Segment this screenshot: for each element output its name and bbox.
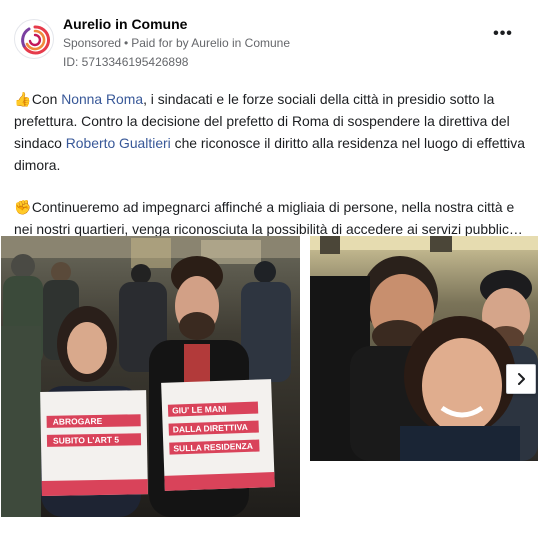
paid-for-label: Paid for by Aurelio in Comune (131, 36, 291, 50)
more-options-button[interactable]: ••• (491, 26, 515, 47)
chevron-right-icon (518, 373, 525, 385)
carousel-next-button[interactable] (506, 364, 536, 394)
carousel-photo-selfie[interactable] (310, 236, 538, 461)
ad-card: Aurelio in Comune Sponsored • Paid for by … (0, 0, 539, 540)
carousel-photo-protest[interactable]: ABROGARE SUBITO L'ART 5 GIU' LE MANI DAL… (1, 236, 300, 517)
body-paragraph-2: ✊ Continueremo ad impegnarci affinché a … (14, 196, 529, 240)
sponsored-line: Sponsored • Paid for by Aurelio in Comune (63, 36, 290, 50)
page-avatar[interactable] (14, 19, 54, 59)
body-text: Con (28, 91, 62, 107)
spiral-logo-icon (21, 25, 51, 55)
ad-id: ID: 5713346195426898 (63, 55, 189, 69)
ad-header: Aurelio in Comune Sponsored • Paid for by … (14, 13, 525, 73)
body-text: Continueremo ad impegnarci affinché a mi… (14, 199, 523, 237)
sponsored-label: Sponsored (63, 36, 122, 50)
separator-dot: • (124, 36, 129, 50)
raised-fist-icon: ✊ (14, 199, 32, 215)
body-paragraph-1: 👍 Con Nonna Roma, i sindacati e le forze… (14, 88, 529, 176)
nonna-roma-link[interactable]: Nonna Roma (61, 91, 143, 107)
page-name-link[interactable]: Aurelio in Comune (63, 16, 187, 32)
sign2-line1: GIU' LE MANI (172, 404, 227, 416)
roberto-gualtieri-link[interactable]: Roberto Gualtieri (66, 135, 171, 151)
image-carousel: ABROGARE SUBITO L'ART 5 GIU' LE MANI DAL… (0, 236, 539, 517)
ad-body-text: 👍 Con Nonna Roma, i sindacati e le forze… (14, 88, 529, 240)
sign1-line1: ABROGARE (53, 416, 103, 427)
thumbs-up-icon: 👍 (14, 91, 32, 107)
sign1-line2: SUBITO L'ART 5 (53, 435, 120, 446)
